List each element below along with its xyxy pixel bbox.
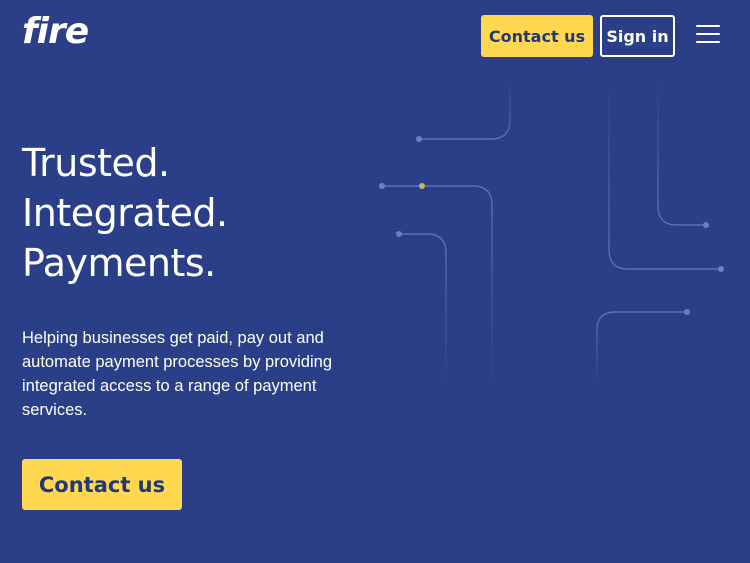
- header-contact-button[interactable]: Contact us: [481, 15, 593, 57]
- hero-headline: Trusted. Integrated. Payments.: [22, 138, 228, 288]
- hero-description: Helping businesses get paid, pay out and…: [22, 329, 333, 419]
- headline-line-integrated: Integrated.: [22, 191, 228, 235]
- headline-line-payments: Payments.: [22, 241, 216, 285]
- headline-line-trusted: Trusted.: [22, 141, 170, 185]
- hamburger-menu-icon[interactable]: [696, 23, 720, 45]
- sign-in-button[interactable]: Sign in: [600, 15, 675, 57]
- fire-logo[interactable]: fire: [22, 10, 89, 54]
- circuit-lines-illustration: [379, 80, 724, 390]
- hero-contact-button[interactable]: Contact us: [22, 459, 182, 510]
